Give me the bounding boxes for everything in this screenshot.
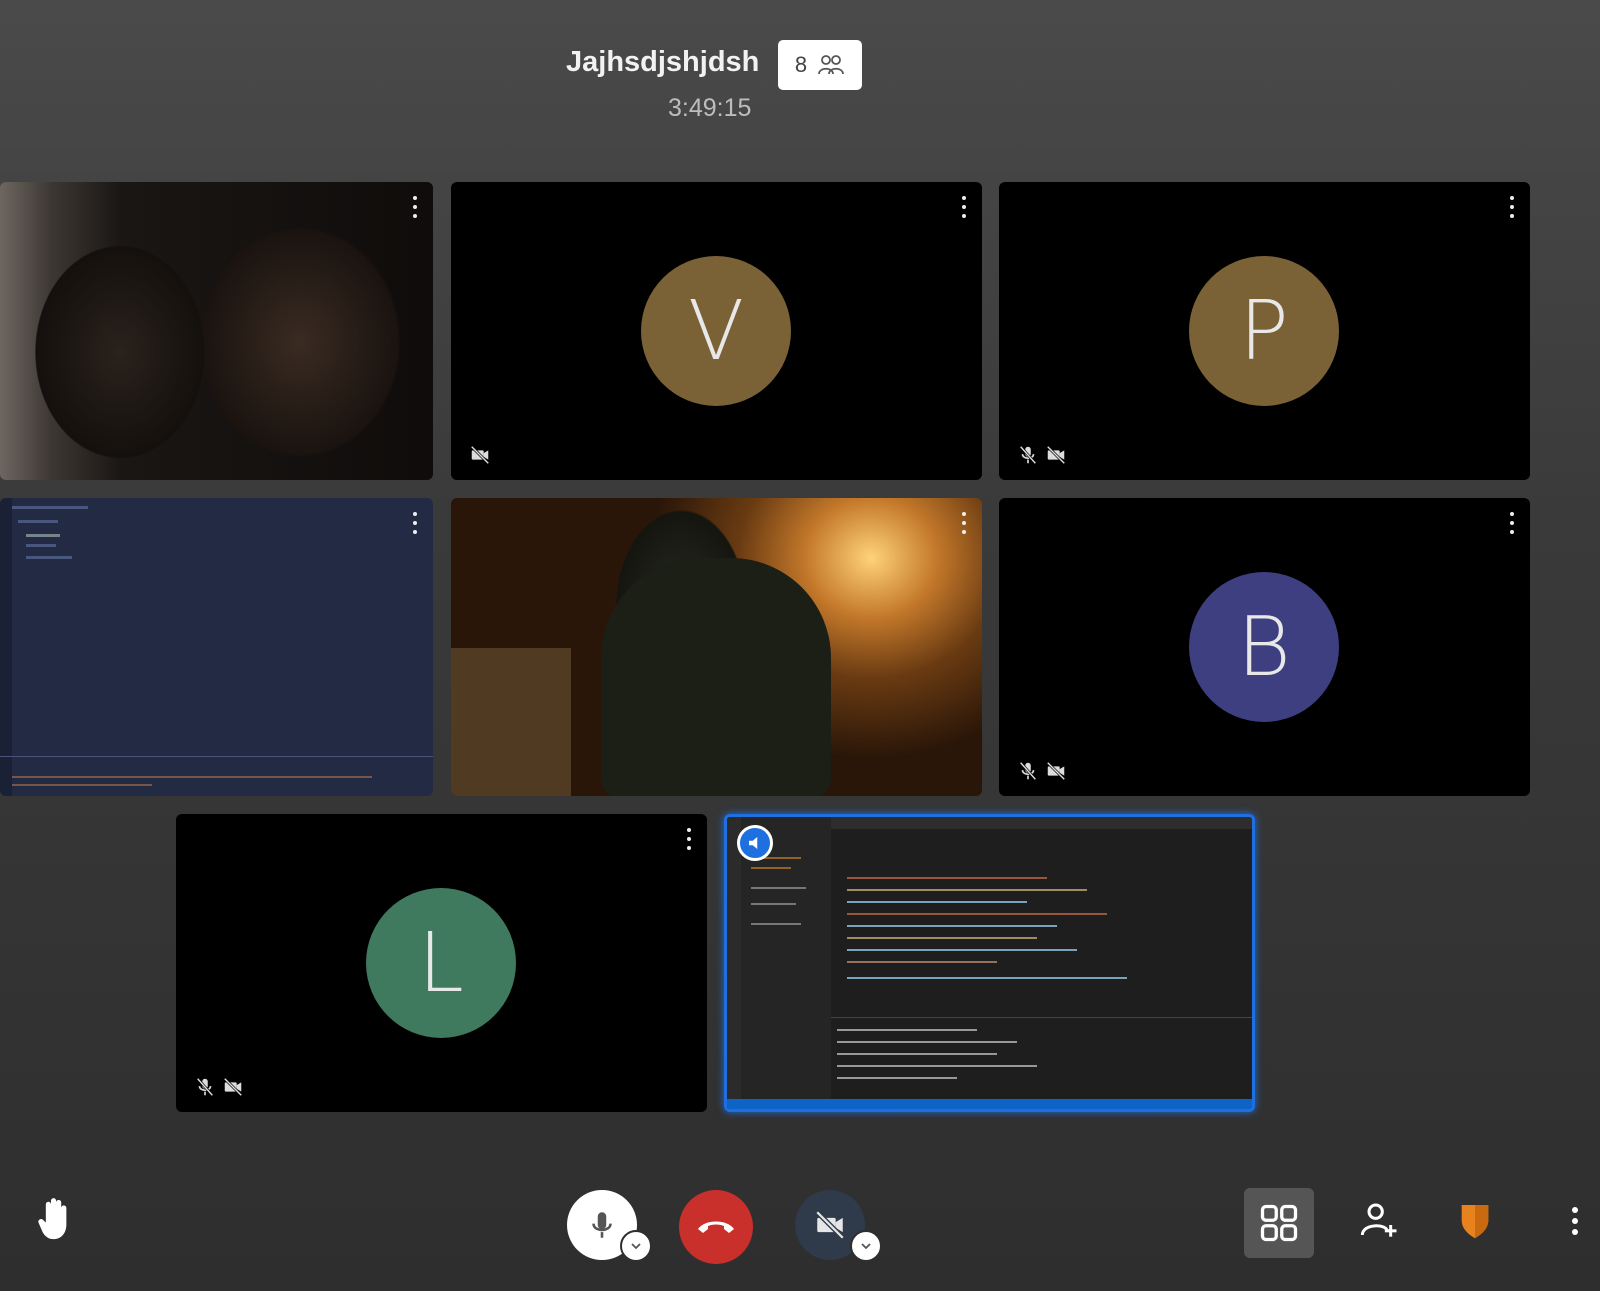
tile-view-button[interactable] [1244,1188,1314,1258]
tile-menu-icon[interactable] [685,828,693,850]
tile-status [194,1076,244,1098]
shield-icon [1461,1205,1489,1239]
microphone-icon [592,1212,612,1238]
camera-options-chevron-down-icon[interactable] [850,1230,882,1262]
mic-options-chevron-down-icon[interactable] [620,1230,652,1262]
meeting-timer: 3:49:15 [668,94,752,122]
tile-menu-icon[interactable] [411,196,419,218]
more-options-button[interactable] [1560,1196,1590,1246]
camera-off-icon [1046,445,1066,465]
avatar-initial: L [418,915,464,1011]
participants-button[interactable]: 8 [778,40,862,90]
tile-menu-icon[interactable] [1508,196,1516,218]
tile-status [1017,760,1067,782]
avatar-initial: B [1237,599,1291,695]
participant-tile-video-2[interactable] [451,498,982,796]
avatar: B [1189,572,1339,722]
raise-hand-button[interactable] [30,1194,80,1244]
participant-tile-video-1[interactable] [0,182,433,480]
camera-off-icon [470,445,490,465]
mic-off-icon [196,1077,214,1097]
tile-status [469,444,491,466]
participant-count: 8 [794,52,808,77]
toolbar [0,1170,1600,1280]
add-person-icon [1360,1203,1397,1237]
tile-menu-icon[interactable] [960,196,968,218]
phone-hangup-icon [698,1221,734,1233]
avatar-initial: V [687,283,745,379]
participant-tile-screen-share-2[interactable] [724,814,1255,1112]
active-speaker-icon [737,825,773,861]
camera-off-icon [815,1210,845,1240]
avatar: L [366,888,516,1038]
security-button[interactable] [1450,1192,1500,1248]
participant-tile-v[interactable]: V [451,182,982,480]
camera-off-icon [223,1077,243,1097]
mic-off-icon [1019,761,1037,781]
hangup-button[interactable] [679,1190,753,1264]
avatar: V [641,256,791,406]
avatar: P [1189,256,1339,406]
tile-status [1017,444,1067,466]
mic-off-icon [1019,445,1037,465]
participant-tile-b[interactable]: B [999,498,1530,796]
participants-icon [818,55,845,75]
participant-tile-l[interactable]: L [176,814,707,1112]
meeting-title: Jajhsdjshjdsh [566,46,760,78]
participant-tile-p[interactable]: P [999,182,1530,480]
hand-icon [38,1198,67,1240]
avatar-initial: P [1239,283,1289,379]
tile-menu-icon[interactable] [1508,512,1516,534]
meeting-header: Jajhsdjshjdsh 8 3:49:15 [0,0,1600,140]
camera-off-icon [1046,761,1066,781]
tile-menu-icon[interactable] [411,512,419,534]
tile-menu-icon[interactable] [960,512,968,534]
vertical-dots-icon [1572,1207,1578,1235]
invite-button[interactable] [1354,1192,1404,1248]
grid-icon [1260,1204,1298,1242]
participant-tile-screen-share-1[interactable] [0,498,433,796]
